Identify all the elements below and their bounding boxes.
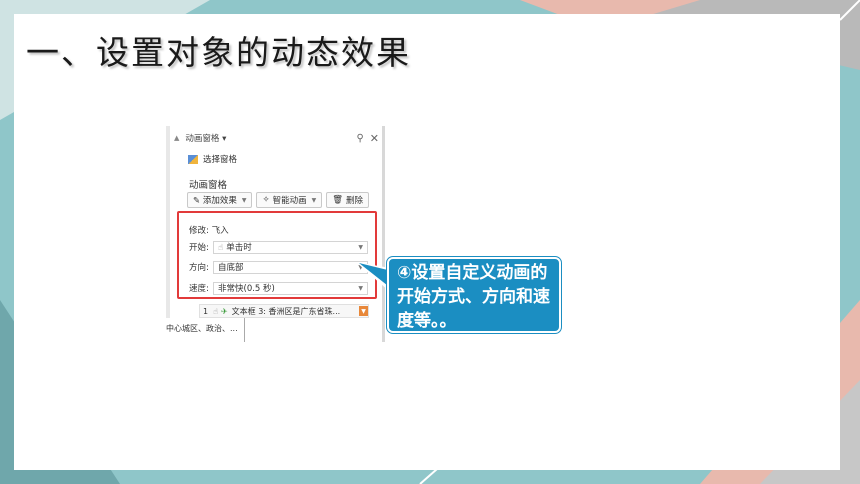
pane-scrollbar[interactable]: [382, 126, 385, 342]
smart-animation-icon: ✧: [262, 195, 270, 205]
smart-animation-button[interactable]: ✧ 智能动画 ▼: [256, 192, 323, 208]
slide-canvas: [14, 14, 840, 470]
select-pane-link[interactable]: 选择窗格: [188, 153, 237, 165]
add-effect-button[interactable]: ✎ 添加效果 ▼: [187, 192, 253, 208]
callout-note: ④设置自定义动画的开始方式、方向和速度等。。: [387, 257, 561, 333]
chevron-down-icon: ▼: [311, 196, 317, 204]
collapse-arrow-icon[interactable]: ▲: [174, 134, 179, 142]
highlight-box: [177, 211, 377, 299]
pane-header: ▲ 动画窗格 ▾ ⚲ ✕: [174, 131, 379, 145]
section-title: 动画窗格: [189, 180, 228, 191]
pane-left-border: [166, 126, 170, 342]
pane-toolbar: ✎ 添加效果 ▼ ✧ 智能动画 ▼ 🗑 删除: [187, 192, 370, 208]
slide-title: 一、设置对象的动态效果: [26, 33, 411, 72]
delete-label: 删除: [346, 196, 364, 206]
trash-icon: 🗑: [332, 195, 344, 205]
pin-icon[interactable]: ⚲: [356, 133, 363, 144]
smart-animation-label: 智能动画: [272, 196, 307, 206]
slide-preview-fragment: 中心城区、政治、...: [166, 318, 245, 342]
pane-header-title[interactable]: 动画窗格 ▾: [185, 132, 356, 144]
list-item-text: 文本框 3: 香洲区是广东省珠...: [231, 306, 341, 316]
fly-in-icon: ✈: [220, 306, 228, 316]
list-item-number: 1: [203, 306, 209, 316]
click-icon: ☝: [213, 306, 218, 316]
select-pane-label: 选择窗格: [203, 155, 238, 165]
chevron-down-icon: ▼: [241, 196, 247, 204]
add-effect-label: ✎ 添加效果: [193, 196, 237, 206]
select-pane-icon: [188, 154, 198, 164]
animation-list-item[interactable]: 1 ☝ ✈ 文本框 3: 香洲区是广东省珠... ▼: [199, 304, 369, 318]
preview-text: 中心城区、政治、...: [166, 324, 238, 333]
close-icon[interactable]: ✕: [370, 132, 379, 145]
delete-button[interactable]: 🗑 删除: [326, 192, 370, 208]
item-dropdown-icon[interactable]: ▼: [359, 306, 368, 316]
